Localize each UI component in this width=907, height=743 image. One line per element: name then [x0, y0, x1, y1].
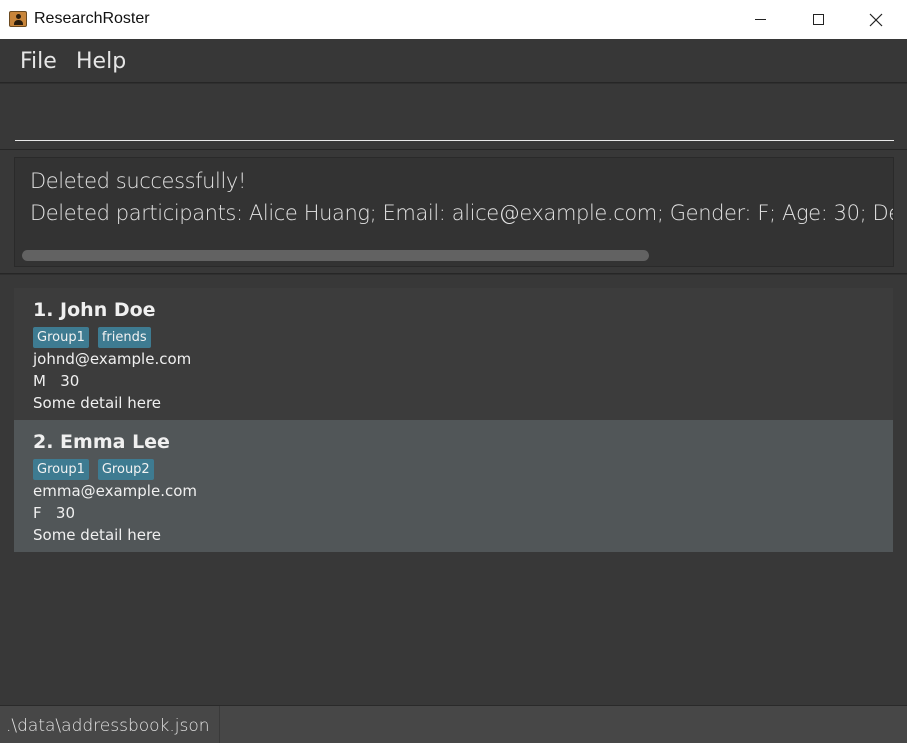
close-button[interactable]: [853, 0, 899, 39]
address-book-icon: [9, 11, 27, 27]
participant-gender-age: F 30: [33, 504, 76, 522]
command-input[interactable]: [15, 92, 894, 126]
tag: Group1: [33, 459, 89, 480]
title-bar: ResearchRoster: [0, 0, 907, 39]
participant-card-selected[interactable]: 2. Emma Lee Group1 Group2 emma@example.c…: [14, 420, 893, 552]
menu-file[interactable]: File: [20, 49, 57, 74]
tag: friends: [97, 327, 151, 348]
participant-gender-age: M 30: [33, 372, 80, 390]
participant-card[interactable]: 1. John Doe Group1 friends johnd@example…: [14, 288, 893, 420]
menu-bar: File Help: [0, 39, 907, 83]
participant-detail: Some detail here: [33, 526, 162, 544]
status-divider: [219, 706, 220, 743]
menu-help[interactable]: Help: [76, 49, 126, 74]
save-location: .\data\addressbook.json: [6, 716, 210, 736]
maximize-button[interactable]: [795, 0, 841, 39]
minimize-icon: [754, 19, 766, 20]
result-display-panel: Deleted successfully! Deleted participan…: [0, 150, 907, 274]
command-box: [0, 84, 907, 150]
participant-list: 1. John Doe Group1 friends johnd@example…: [0, 275, 907, 705]
participant-name: 2. Emma Lee: [33, 431, 170, 453]
tag-list: Group1 friends: [33, 327, 151, 348]
minimize-button[interactable]: [737, 0, 783, 39]
status-bar: .\data\addressbook.json: [0, 705, 907, 743]
tag: Group1: [33, 327, 89, 348]
command-input-underline: [15, 140, 894, 141]
close-icon: [869, 13, 883, 26]
participant-name: 1. John Doe: [33, 299, 156, 321]
horizontal-scrollbar[interactable]: [22, 250, 649, 261]
participant-detail: Some detail here: [33, 394, 162, 412]
result-display[interactable]: Deleted successfully! Deleted participan…: [14, 157, 894, 267]
result-detail: Deleted participants: Alice Huang; Email…: [30, 201, 893, 225]
result-message: Deleted successfully!: [30, 169, 246, 193]
maximize-icon: [812, 14, 824, 25]
window-title: ResearchRoster: [34, 10, 150, 27]
tag-list: Group1 Group2: [33, 459, 154, 480]
tag: Group2: [97, 459, 154, 480]
participant-email: johnd@example.com: [33, 350, 192, 368]
participant-email: emma@example.com: [33, 482, 198, 500]
